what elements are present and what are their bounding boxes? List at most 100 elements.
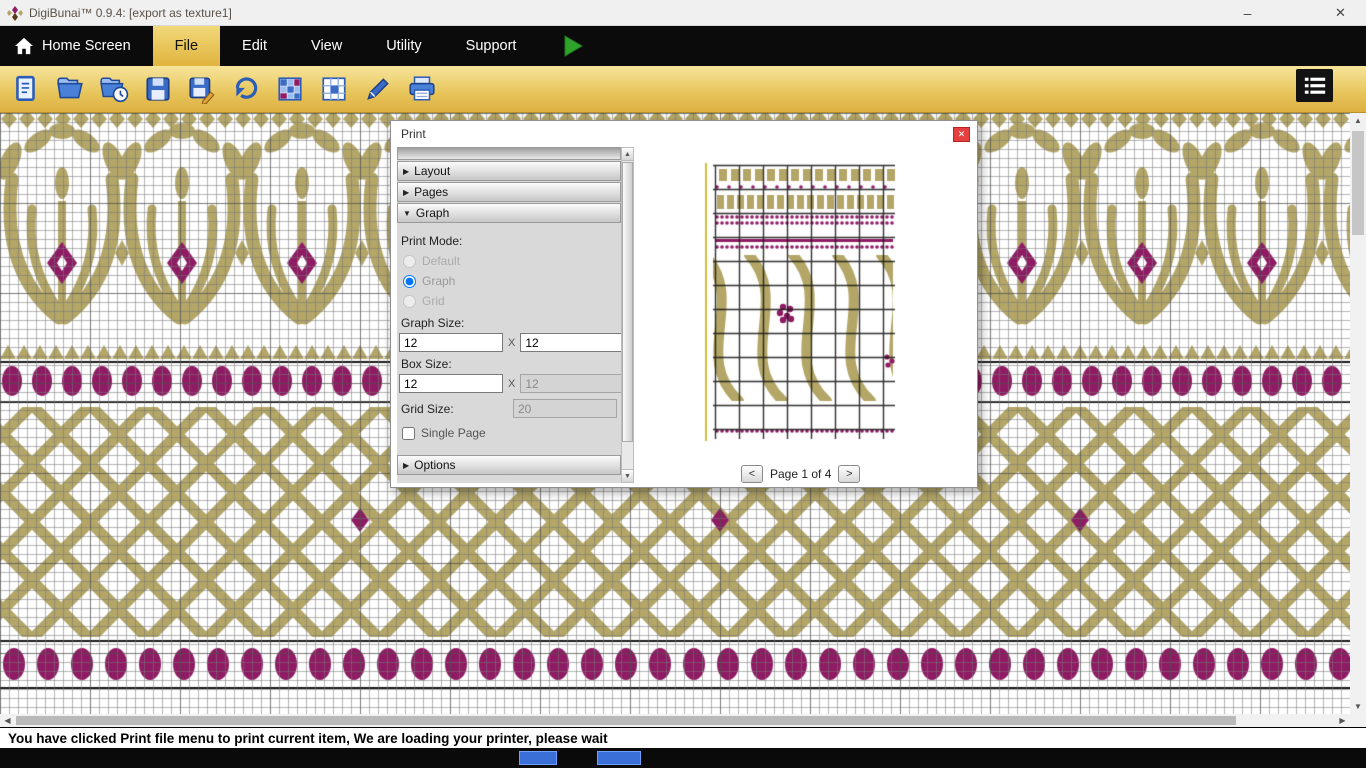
next-page-button[interactable]: >	[838, 465, 860, 483]
preview-pager: < Page 1 of 4 >	[741, 465, 860, 483]
taskbar	[0, 748, 1366, 768]
undo-rotate-button[interactable]	[225, 69, 266, 110]
title-bar: DigiBunai™ 0.9.4: [export as texture1] –…	[0, 0, 1366, 26]
save-as-icon	[187, 74, 217, 104]
page-indicator: Page 1 of 4	[770, 467, 831, 481]
undo-rotate-icon	[231, 74, 261, 104]
open-file-icon	[55, 74, 85, 104]
grid-size-row: Grid Size:	[399, 399, 619, 418]
graph-grid-button[interactable]	[313, 69, 354, 110]
single-page-option[interactable]: Single Page	[402, 426, 619, 440]
run-button[interactable]	[562, 26, 584, 66]
section-pages[interactable]: ▶ Pages	[397, 182, 621, 202]
print-mode-label: Print Mode:	[401, 234, 619, 248]
graph-size-row: X	[399, 333, 619, 352]
radio-default[interactable]	[403, 255, 416, 268]
panel-scroll-down-icon[interactable]: ▼	[622, 469, 633, 482]
horizontal-scrollbar[interactable]: ◀ ▶	[0, 714, 1350, 727]
print-dialog-title: Print	[401, 127, 426, 141]
texture-grid-button[interactable]	[269, 69, 310, 110]
dialog-close-button[interactable]: ✕	[953, 127, 970, 142]
open-file-button[interactable]	[49, 69, 90, 110]
print-mode-graph[interactable]: Graph	[399, 271, 619, 291]
close-button[interactable]: ✕	[1318, 0, 1363, 26]
window-title: DigiBunai™ 0.9.4: [export as texture1]	[29, 6, 232, 20]
new-file-button[interactable]	[5, 69, 46, 110]
open-recent-icon	[99, 74, 129, 104]
prev-page-button[interactable]: <	[741, 465, 763, 483]
print-icon	[407, 74, 437, 104]
dialog-close-icon: ✕	[958, 129, 966, 140]
home-icon	[14, 37, 34, 55]
print-preview	[701, 161, 897, 443]
box-size-label: Box Size:	[401, 357, 619, 371]
close-icon: ✕	[1335, 5, 1346, 21]
graph-grid-icon	[319, 74, 349, 104]
menu-support[interactable]: Support	[444, 26, 539, 66]
chevron-right-icon: ▶	[403, 167, 409, 176]
save-as-button[interactable]	[181, 69, 222, 110]
menu-view[interactable]: View	[289, 26, 364, 66]
box-size-width-input[interactable]	[399, 374, 503, 393]
menu-bar: Home Screen File Edit View Utility Suppo…	[0, 26, 1366, 66]
radio-graph[interactable]	[403, 275, 416, 288]
print-mode-grid[interactable]: Grid	[399, 291, 619, 311]
save-button[interactable]	[137, 69, 178, 110]
edit-pen-icon	[363, 74, 393, 104]
list-menu-icon	[1302, 74, 1328, 98]
application-window: DigiBunai™ 0.9.4: [export as texture1] –…	[0, 0, 1366, 768]
print-mode-default[interactable]: Default	[399, 251, 619, 271]
taskbar-item[interactable]	[519, 751, 557, 765]
graph-size-height-input[interactable]	[520, 333, 621, 352]
size-separator: X	[508, 378, 515, 390]
vertical-scroll-thumb[interactable]	[1352, 131, 1364, 235]
scroll-up-icon[interactable]: ▲	[1350, 113, 1366, 128]
section-layout[interactable]: ▶ Layout	[397, 161, 621, 181]
box-size-height-input[interactable]	[520, 374, 621, 393]
toolbar	[0, 66, 1366, 113]
chevron-down-icon: ▼	[403, 209, 411, 218]
graph-section-body: Print Mode: Default Graph Grid Graph Siz…	[397, 223, 621, 454]
new-file-icon	[11, 74, 41, 104]
panel-scrollbar[interactable]: ▲ ▼	[621, 147, 634, 483]
grid-size-input[interactable]	[513, 399, 617, 418]
play-icon	[562, 34, 584, 58]
horizontal-scroll-thumb[interactable]	[16, 716, 1236, 725]
size-separator: X	[508, 337, 515, 349]
scrolled-section-strip	[397, 147, 621, 160]
box-size-row: X	[399, 374, 619, 393]
chevron-right-icon: ▶	[403, 461, 409, 470]
scroll-right-icon[interactable]: ▶	[1335, 714, 1350, 727]
vertical-scrollbar[interactable]: ▲ ▼	[1350, 113, 1366, 714]
minimize-button[interactable]: –	[1225, 0, 1270, 26]
panel-scroll-up-icon[interactable]: ▲	[622, 148, 633, 161]
texture-grid-icon	[275, 74, 305, 104]
edit-pen-button[interactable]	[357, 69, 398, 110]
radio-grid[interactable]	[403, 295, 416, 308]
open-recent-button[interactable]	[93, 69, 134, 110]
menu-home-screen[interactable]: Home Screen	[0, 26, 153, 66]
taskbar-item[interactable]	[597, 751, 641, 765]
design-workspace: ▲ ▼ ◀ ▶ Print ✕ ▶ Layout	[0, 113, 1366, 727]
graph-size-label: Graph Size:	[401, 316, 619, 330]
print-settings-panel: ▶ Layout ▶ Pages ▼ Graph Print Mode: Def…	[397, 147, 621, 483]
prev-page-icon: <	[749, 468, 755, 480]
menu-edit[interactable]: Edit	[220, 26, 289, 66]
app-logo-icon	[7, 5, 23, 21]
panel-menu-button[interactable]	[1296, 69, 1333, 102]
menu-utility[interactable]: Utility	[364, 26, 443, 66]
status-bar: You have clicked Print file menu to prin…	[0, 727, 1366, 748]
single-page-checkbox[interactable]	[402, 427, 415, 440]
print-button[interactable]	[401, 69, 442, 110]
scroll-down-icon[interactable]: ▼	[1350, 699, 1366, 714]
minimize-icon: –	[1244, 5, 1252, 21]
status-message: You have clicked Print file menu to prin…	[8, 731, 608, 746]
menu-file[interactable]: File	[153, 26, 220, 66]
section-graph[interactable]: ▼ Graph	[397, 203, 621, 223]
scroll-left-icon[interactable]: ◀	[0, 714, 15, 727]
chevron-right-icon: ▶	[403, 188, 409, 197]
graph-size-width-input[interactable]	[399, 333, 503, 352]
scrollbar-corner	[1350, 714, 1366, 727]
panel-scroll-thumb[interactable]	[622, 162, 633, 442]
section-options[interactable]: ▶ Options	[397, 455, 621, 475]
